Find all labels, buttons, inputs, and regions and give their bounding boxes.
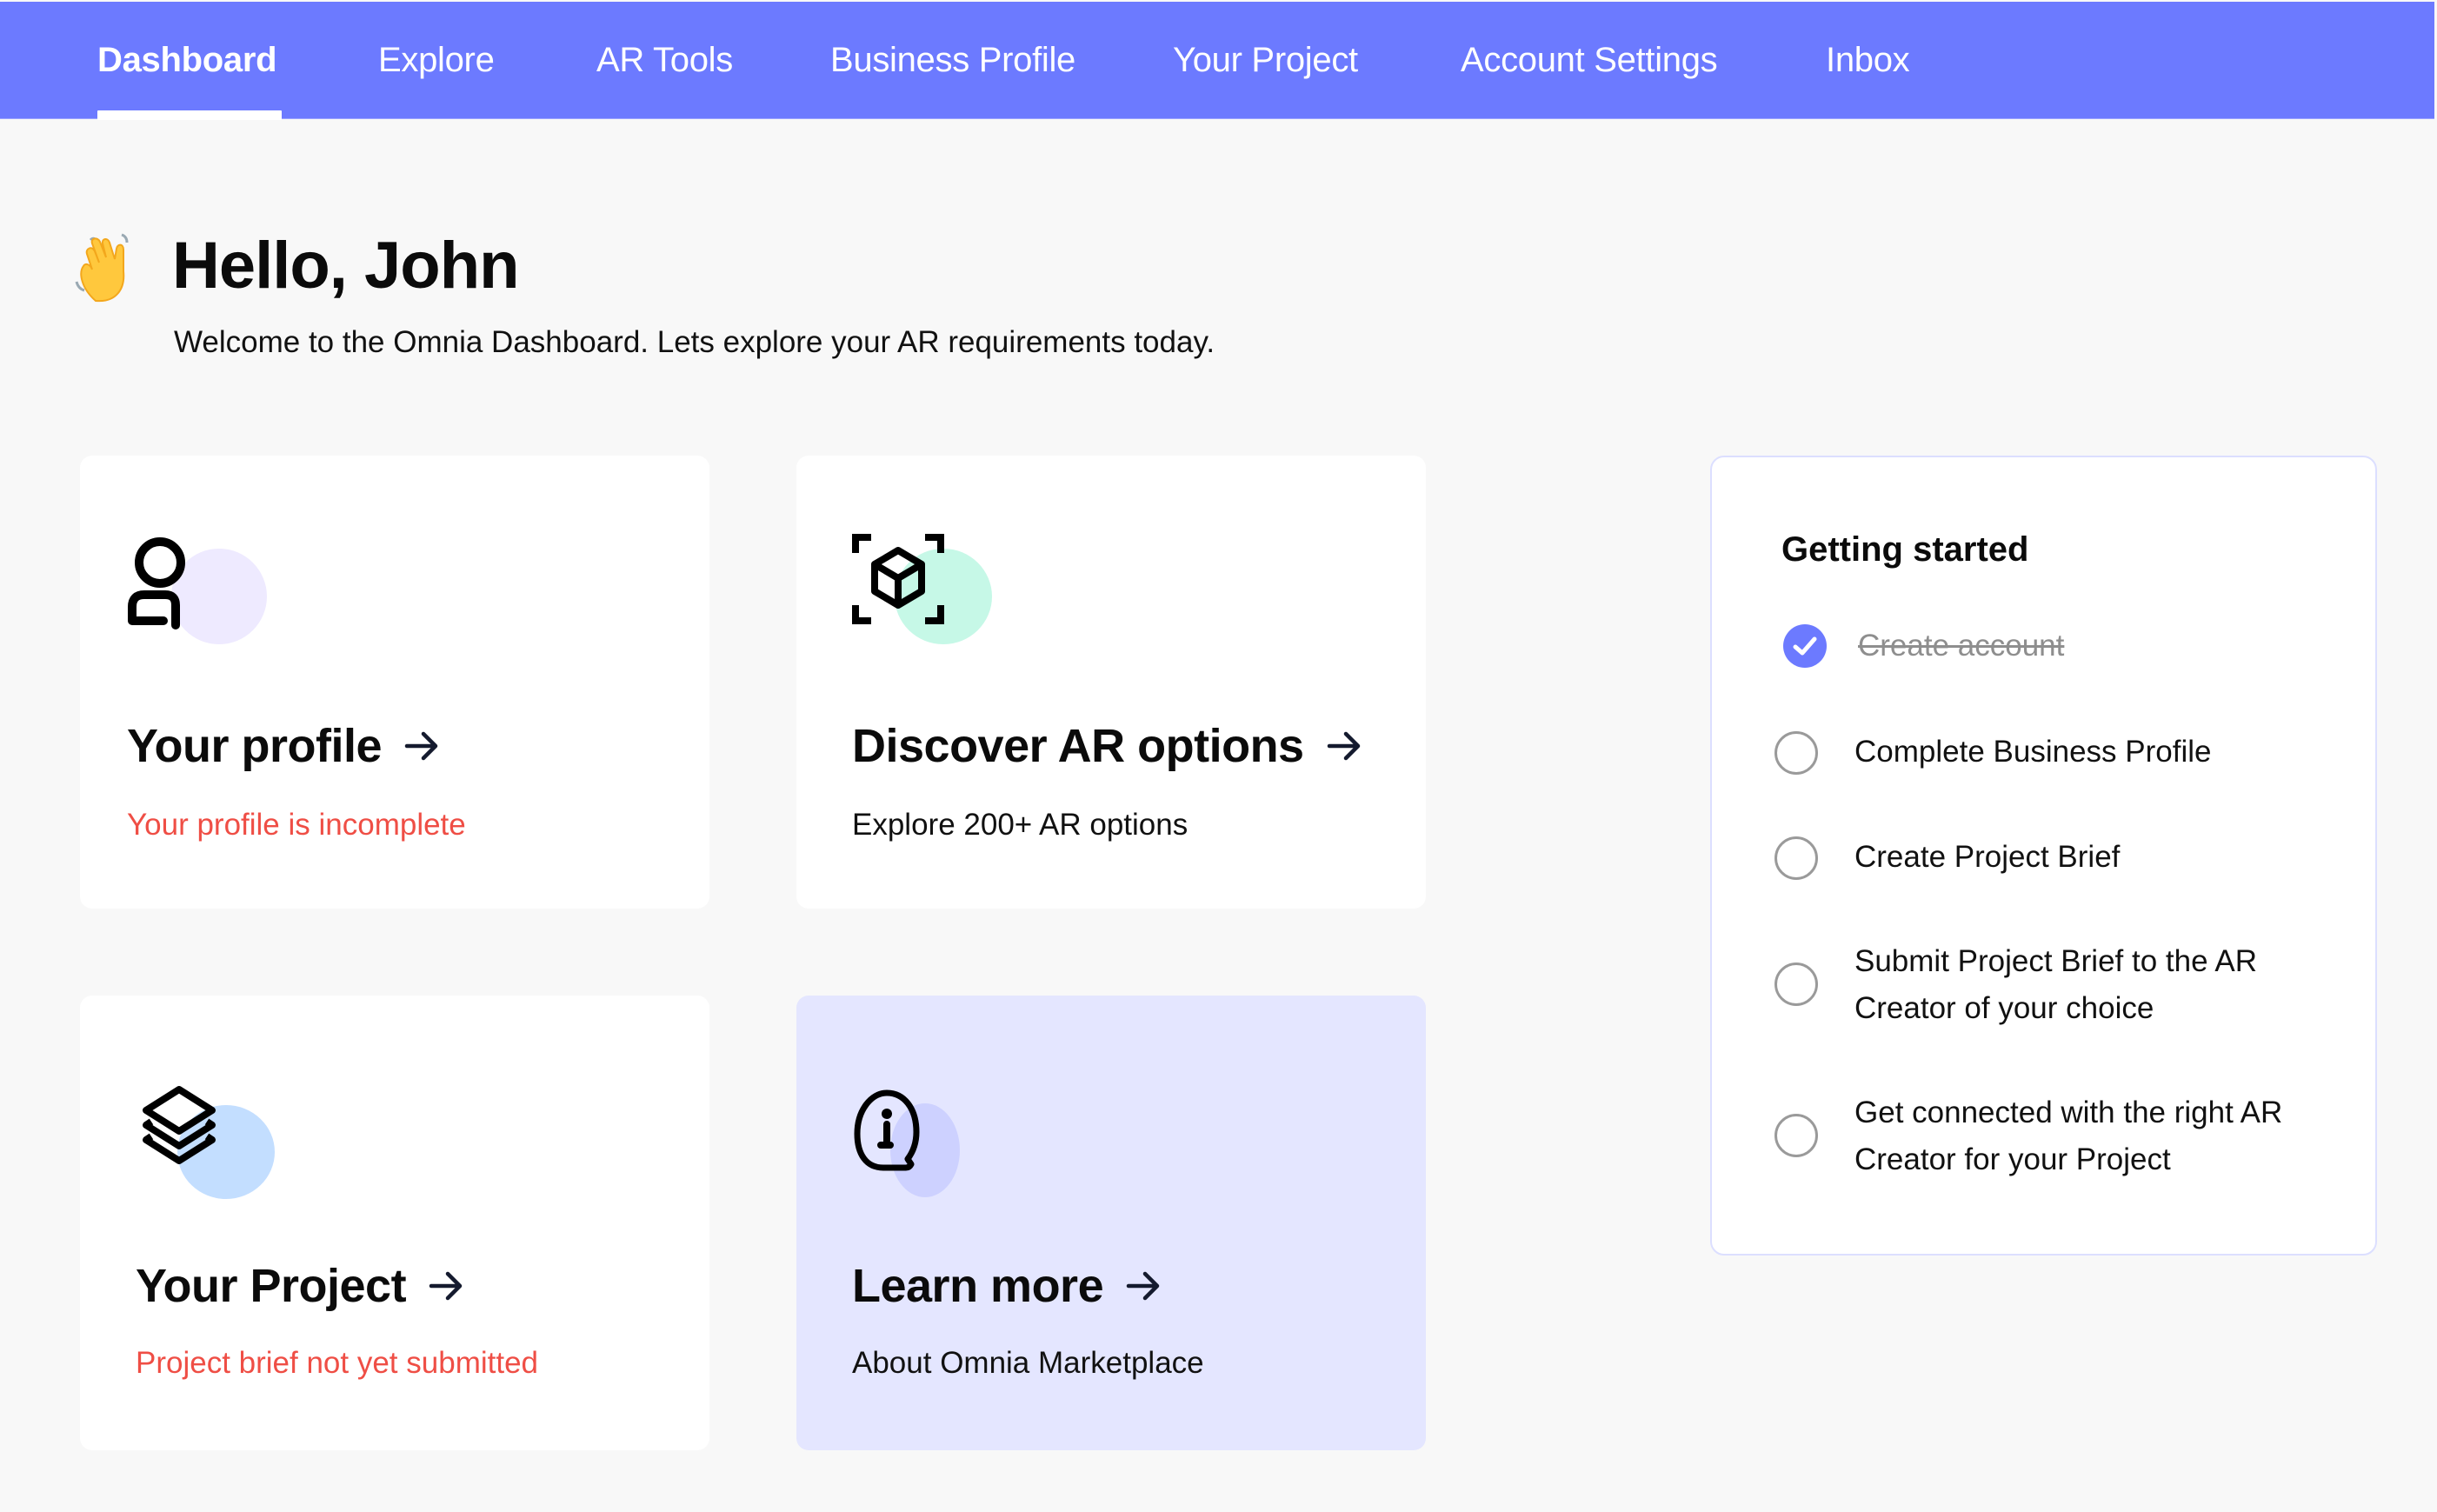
step-label: Create Project Brief — [1854, 840, 2121, 874]
card-title: Learn more — [852, 1256, 1164, 1316]
card-title-text: Your profile — [127, 720, 383, 772]
step-complete-business-profile[interactable]: Complete Business Profile — [1774, 729, 2331, 776]
getting-started-panel: Getting started Create account Complete … — [1710, 456, 2377, 1256]
user-icon — [125, 534, 273, 664]
step-label: Create account — [1858, 629, 2065, 663]
step-label: Submit Project Brief to the AR Creator o… — [1854, 944, 2257, 1025]
step-label: Complete Business Profile — [1854, 735, 2212, 769]
nav-tab-ar-tools[interactable]: AR Tools — [596, 38, 733, 82]
card-title-text: Your Project — [136, 1260, 407, 1312]
card-title: Discover AR options — [852, 716, 1365, 776]
card-title-text: Learn more — [852, 1260, 1104, 1312]
empty-circle-icon — [1774, 962, 1818, 1006]
step-create-project-brief[interactable]: Create Project Brief — [1774, 834, 2331, 881]
empty-circle-icon — [1774, 1114, 1818, 1157]
card-title: Your Project — [136, 1256, 467, 1316]
waving-hand-icon — [71, 228, 150, 306]
nav-tab-explore[interactable]: Explore — [378, 38, 495, 82]
arrow-right-icon — [1126, 1271, 1160, 1301]
ar-options-description: Explore 200+ AR options — [852, 808, 1189, 842]
arrow-right-icon — [404, 731, 438, 761]
layers-icon — [134, 1084, 282, 1215]
ar-cube-icon — [852, 534, 1000, 664]
nav-tab-your-project[interactable]: Your Project — [1173, 38, 1358, 82]
project-status-text: Project brief not yet submitted — [136, 1346, 538, 1380]
empty-circle-icon — [1774, 731, 1818, 775]
nav-tab-dashboard[interactable]: Dashboard — [97, 38, 277, 82]
arrow-right-icon — [1327, 731, 1360, 761]
arrow-right-icon — [429, 1271, 463, 1301]
card-title: Your profile — [127, 716, 443, 776]
checkmark-icon — [1783, 624, 1827, 668]
profile-status-text: Your profile is incomplete — [127, 808, 466, 842]
step-create-account[interactable]: Create account — [1774, 623, 2331, 669]
info-bubble-icon — [852, 1084, 1000, 1215]
nav-tab-inbox[interactable]: Inbox — [1826, 38, 1910, 82]
greeting-subtitle: Welcome to the Omnia Dashboard. Lets exp… — [174, 325, 1215, 359]
top-navigation: Dashboard Explore AR Tools Business Prof… — [0, 2, 2434, 120]
step-label: Get connected with the right AR Creator … — [1854, 1096, 2283, 1176]
learn-more-description: About Omnia Marketplace — [852, 1346, 1204, 1380]
active-tab-indicator — [97, 110, 282, 120]
card-your-profile[interactable]: Your profile Your profile is incomplete — [80, 456, 709, 909]
getting-started-title: Getting started — [1781, 530, 2029, 569]
card-your-project[interactable]: Your Project Project brief not yet submi… — [80, 996, 709, 1450]
empty-circle-icon — [1774, 836, 1818, 880]
nav-tab-business-profile[interactable]: Business Profile — [830, 38, 1075, 82]
card-learn-more[interactable]: Learn more About Omnia Marketplace — [796, 996, 1426, 1450]
nav-tab-account-settings[interactable]: Account Settings — [1461, 38, 1718, 82]
card-title-text: Discover AR options — [852, 720, 1304, 772]
step-get-connected[interactable]: Get connected with the right AR Creator … — [1774, 1089, 2331, 1185]
step-submit-project-brief[interactable]: Submit Project Brief to the AR Creator o… — [1774, 938, 2331, 1034]
greeting-title: Hello, John — [172, 229, 520, 303]
card-discover-ar-options[interactable]: Discover AR options Explore 200+ AR opti… — [796, 456, 1426, 909]
